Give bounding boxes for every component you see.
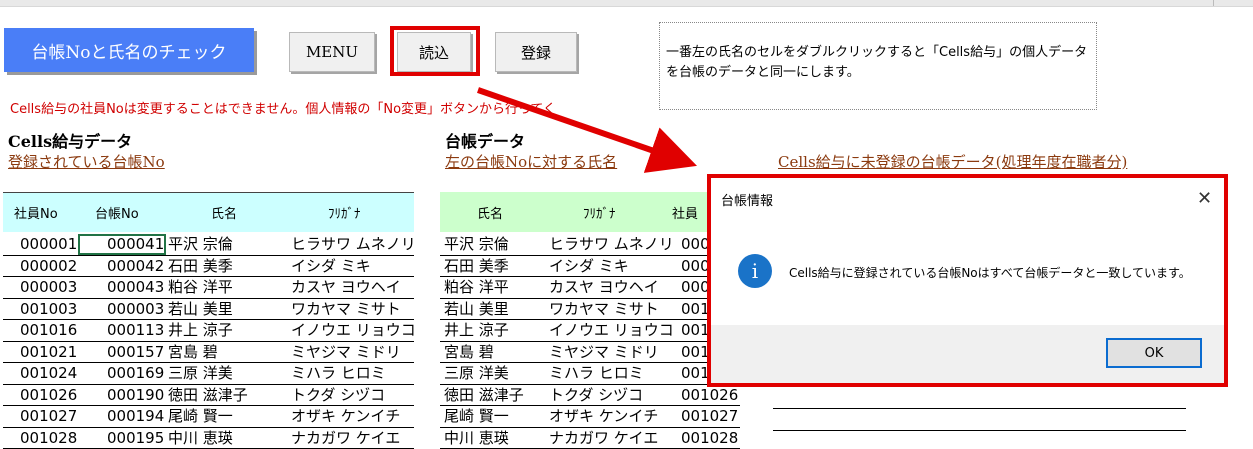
ok-button[interactable]: OK	[1106, 338, 1202, 368]
ledger-info-dialog: 台帳情報 ✕ i Cells給与に登録されている台帳Noはすべて台帳データと一致…	[707, 174, 1228, 387]
close-icon[interactable]: ✕	[1197, 188, 1212, 209]
dialog-message: Cells給与に登録されている台帳Noはすべて台帳データと一致しています。	[789, 264, 1191, 281]
dialog-title: 台帳情報	[721, 190, 773, 209]
info-icon: i	[738, 254, 772, 288]
dialog-footer: OK	[711, 325, 1224, 383]
